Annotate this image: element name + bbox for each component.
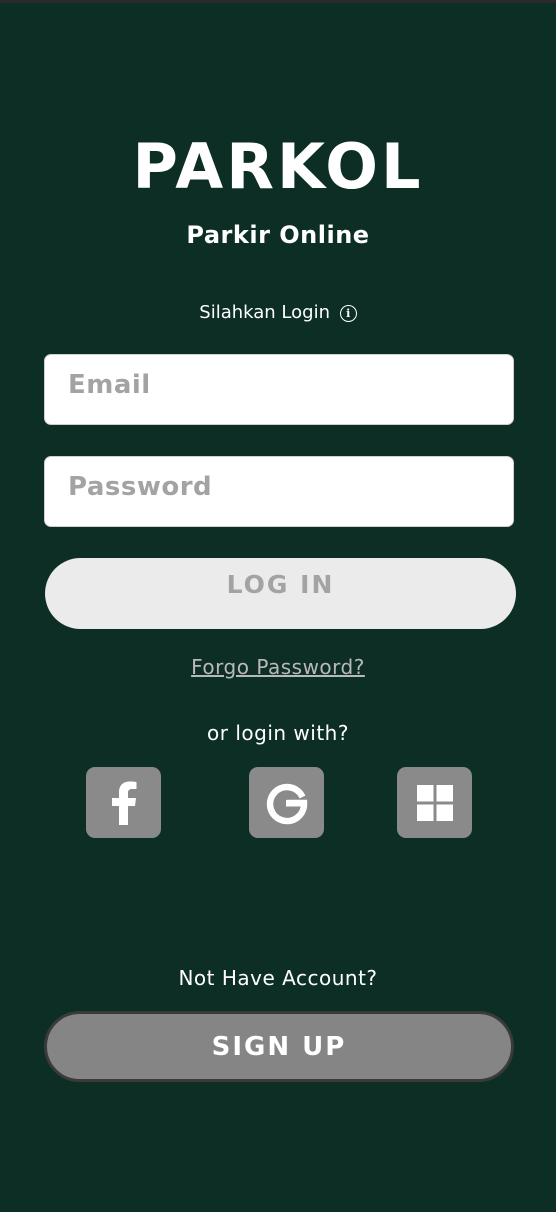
facebook-login-button[interactable] [86, 767, 161, 838]
signup-button[interactable]: SIGN UP [44, 1011, 514, 1082]
google-login-button[interactable] [249, 767, 324, 838]
google-icon [266, 783, 307, 824]
email-field[interactable] [44, 354, 514, 425]
login-prompt: Silahkan Login i [0, 300, 556, 326]
status-bar-edge [0, 0, 556, 3]
info-icon[interactable]: i [339, 305, 357, 322]
forgot-password-link[interactable]: Forgo Password? [0, 654, 556, 680]
signup-prompt: Not Have Account? [178, 966, 378, 990]
microsoft-icon [416, 784, 453, 821]
app-subtitle: Parkir Online [186, 221, 370, 249]
login-prompt-label: Silahkan Login [199, 302, 330, 323]
login-button[interactable]: LOG IN [45, 558, 516, 629]
password-field[interactable] [44, 456, 514, 527]
facebook-icon [111, 781, 136, 825]
app-logo-title: PARKOL [132, 130, 424, 203]
microsoft-login-button[interactable] [397, 767, 472, 838]
or-login-with-label: or login with? [207, 721, 349, 745]
